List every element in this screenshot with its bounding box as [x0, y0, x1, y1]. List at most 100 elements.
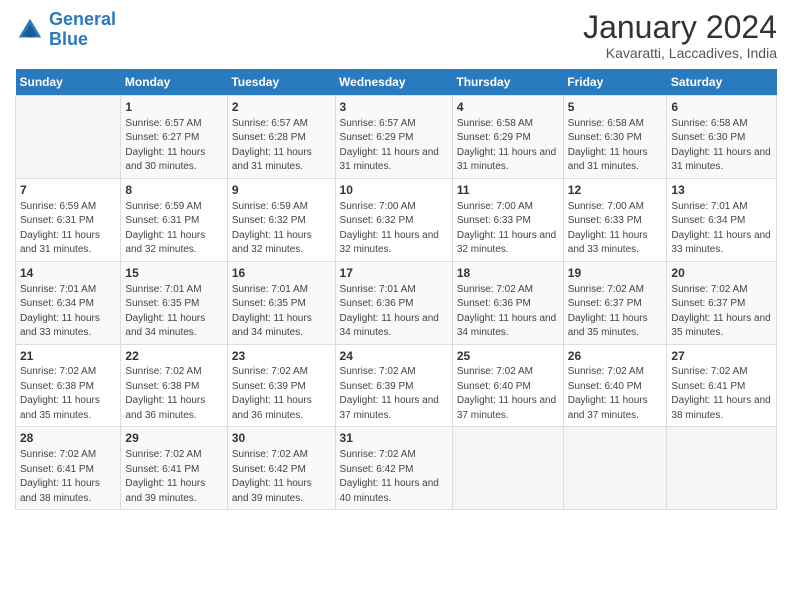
- calendar-week-1: 1Sunrise: 6:57 AMSunset: 6:27 PMDaylight…: [16, 96, 777, 179]
- calendar-cell: 20Sunrise: 7:02 AMSunset: 6:37 PMDayligh…: [667, 261, 777, 344]
- header-row: Sunday Monday Tuesday Wednesday Thursday…: [16, 69, 777, 96]
- day-number: 11: [457, 182, 559, 199]
- title-area: January 2024 Kavaratti, Laccadives, Indi…: [583, 10, 777, 61]
- calendar-week-2: 7Sunrise: 6:59 AMSunset: 6:31 PMDaylight…: [16, 178, 777, 261]
- calendar-week-3: 14Sunrise: 7:01 AMSunset: 6:34 PMDayligh…: [16, 261, 777, 344]
- cell-details: Sunrise: 6:58 AMSunset: 6:29 PMDaylight:…: [457, 117, 559, 175]
- calendar-cell: 17Sunrise: 7:01 AMSunset: 6:36 PMDayligh…: [335, 261, 452, 344]
- calendar-cell: 25Sunrise: 7:02 AMSunset: 6:40 PMDayligh…: [452, 344, 563, 427]
- cell-details: Sunrise: 7:02 AMSunset: 6:38 PMDaylight:…: [125, 365, 222, 423]
- col-wednesday: Wednesday: [335, 69, 452, 96]
- cell-details: Sunrise: 7:02 AMSunset: 6:40 PMDaylight:…: [568, 365, 663, 423]
- day-number: 6: [671, 99, 772, 116]
- calendar-table: Sunday Monday Tuesday Wednesday Thursday…: [15, 69, 777, 510]
- day-number: 25: [457, 348, 559, 365]
- cell-details: Sunrise: 6:58 AMSunset: 6:30 PMDaylight:…: [568, 117, 663, 175]
- cell-details: Sunrise: 7:02 AMSunset: 6:38 PMDaylight:…: [20, 365, 116, 423]
- calendar-cell: 19Sunrise: 7:02 AMSunset: 6:37 PMDayligh…: [563, 261, 667, 344]
- cell-details: Sunrise: 6:58 AMSunset: 6:30 PMDaylight:…: [671, 117, 772, 175]
- cell-details: Sunrise: 7:01 AMSunset: 6:34 PMDaylight:…: [20, 283, 116, 341]
- calendar-cell: 4Sunrise: 6:58 AMSunset: 6:29 PMDaylight…: [452, 96, 563, 179]
- logo-line1: General: [49, 9, 116, 29]
- header: General Blue January 2024 Kavaratti, Lac…: [15, 10, 777, 61]
- calendar-cell: 13Sunrise: 7:01 AMSunset: 6:34 PMDayligh…: [667, 178, 777, 261]
- logo-line2: Blue: [49, 29, 88, 49]
- day-number: 16: [232, 265, 331, 282]
- calendar-cell: 24Sunrise: 7:02 AMSunset: 6:39 PMDayligh…: [335, 344, 452, 427]
- cell-details: Sunrise: 6:59 AMSunset: 6:31 PMDaylight:…: [20, 200, 116, 258]
- cell-details: Sunrise: 7:02 AMSunset: 6:39 PMDaylight:…: [232, 365, 331, 423]
- calendar-cell: 15Sunrise: 7:01 AMSunset: 6:35 PMDayligh…: [121, 261, 227, 344]
- day-number: 19: [568, 265, 663, 282]
- cell-details: Sunrise: 7:02 AMSunset: 6:41 PMDaylight:…: [125, 448, 222, 506]
- main-title: January 2024: [583, 10, 777, 45]
- page-container: General Blue January 2024 Kavaratti, Lac…: [0, 0, 792, 520]
- day-number: 1: [125, 99, 222, 116]
- day-number: 8: [125, 182, 222, 199]
- day-number: 13: [671, 182, 772, 199]
- cell-details: Sunrise: 7:02 AMSunset: 6:40 PMDaylight:…: [457, 365, 559, 423]
- calendar-cell: 3Sunrise: 6:57 AMSunset: 6:29 PMDaylight…: [335, 96, 452, 179]
- cell-details: Sunrise: 6:57 AMSunset: 6:29 PMDaylight:…: [340, 117, 448, 175]
- calendar-cell: 26Sunrise: 7:02 AMSunset: 6:40 PMDayligh…: [563, 344, 667, 427]
- logo: General Blue: [15, 10, 116, 50]
- calendar-cell: [667, 427, 777, 510]
- calendar-cell: 14Sunrise: 7:01 AMSunset: 6:34 PMDayligh…: [16, 261, 121, 344]
- cell-details: Sunrise: 7:00 AMSunset: 6:33 PMDaylight:…: [568, 200, 663, 258]
- cell-details: Sunrise: 6:57 AMSunset: 6:27 PMDaylight:…: [125, 117, 222, 175]
- cell-details: Sunrise: 7:02 AMSunset: 6:42 PMDaylight:…: [232, 448, 331, 506]
- calendar-week-5: 28 Sunrise: 7:02 AMSunset: 6:41 PMDayligh…: [16, 427, 777, 510]
- day-number: 23: [232, 348, 331, 365]
- col-saturday: Saturday: [667, 69, 777, 96]
- subtitle: Kavaratti, Laccadives, India: [583, 45, 777, 61]
- logo-text: General Blue: [49, 10, 116, 50]
- calendar-cell: 22Sunrise: 7:02 AMSunset: 6:38 PMDayligh…: [121, 344, 227, 427]
- calendar-cell: [563, 427, 667, 510]
- calendar-cell: 2Sunrise: 6:57 AMSunset: 6:28 PMDaylight…: [227, 96, 335, 179]
- day-number: 20: [671, 265, 772, 282]
- calendar-cell: 6Sunrise: 6:58 AMSunset: 6:30 PMDaylight…: [667, 96, 777, 179]
- logo-icon: [15, 15, 45, 45]
- day-number: 18: [457, 265, 559, 282]
- cell-details: Sunrise: 7:02 AMSunset: 6:36 PMDaylight:…: [457, 283, 559, 341]
- cell-details: Sunrise: 7:00 AMSunset: 6:32 PMDaylight:…: [340, 200, 448, 258]
- calendar-cell: [452, 427, 563, 510]
- day-number: 5: [568, 99, 663, 116]
- cell-details: Sunrise: 6:59 AMSunset: 6:32 PMDaylight:…: [232, 200, 331, 258]
- calendar-cell: 10Sunrise: 7:00 AMSunset: 6:32 PMDayligh…: [335, 178, 452, 261]
- day-number: 14: [20, 265, 116, 282]
- cell-details: Sunrise: 6:59 AMSunset: 6:31 PMDaylight:…: [125, 200, 222, 258]
- day-number: 2: [232, 99, 331, 116]
- day-number: 27: [671, 348, 772, 365]
- calendar-cell: 8Sunrise: 6:59 AMSunset: 6:31 PMDaylight…: [121, 178, 227, 261]
- cell-details: Sunrise: 7:00 AMSunset: 6:33 PMDaylight:…: [457, 200, 559, 258]
- col-thursday: Thursday: [452, 69, 563, 96]
- calendar-cell: 1Sunrise: 6:57 AMSunset: 6:27 PMDaylight…: [121, 96, 227, 179]
- day-number: 10: [340, 182, 448, 199]
- day-number: 31: [340, 430, 448, 447]
- day-number: 22: [125, 348, 222, 365]
- day-number: 26: [568, 348, 663, 365]
- day-number: 4: [457, 99, 559, 116]
- day-number: 24: [340, 348, 448, 365]
- day-number: 3: [340, 99, 448, 116]
- day-number: 15: [125, 265, 222, 282]
- calendar-cell: 5Sunrise: 6:58 AMSunset: 6:30 PMDaylight…: [563, 96, 667, 179]
- cell-details: Sunrise: 7:01 AMSunset: 6:35 PMDaylight:…: [232, 283, 331, 341]
- calendar-cell: 30Sunrise: 7:02 AMSunset: 6:42 PMDayligh…: [227, 427, 335, 510]
- calendar-cell: 11Sunrise: 7:00 AMSunset: 6:33 PMDayligh…: [452, 178, 563, 261]
- calendar-cell: 9Sunrise: 6:59 AMSunset: 6:32 PMDaylight…: [227, 178, 335, 261]
- cell-details: Sunrise: 7:01 AMSunset: 6:34 PMDaylight:…: [671, 200, 772, 258]
- cell-details: Sunrise: 6:57 AMSunset: 6:28 PMDaylight:…: [232, 117, 331, 175]
- calendar-cell: 12Sunrise: 7:00 AMSunset: 6:33 PMDayligh…: [563, 178, 667, 261]
- col-monday: Monday: [121, 69, 227, 96]
- day-number: 28: [20, 430, 116, 447]
- col-sunday: Sunday: [16, 69, 121, 96]
- day-number: 12: [568, 182, 663, 199]
- cell-details: Sunrise: 7:02 AMSunset: 6:42 PMDaylight:…: [340, 448, 448, 506]
- col-friday: Friday: [563, 69, 667, 96]
- calendar-cell: 28Sunrise: 7:02 AMSunset: 6:41 PMDayligh…: [16, 427, 121, 510]
- calendar-cell: 27Sunrise: 7:02 AMSunset: 6:41 PMDayligh…: [667, 344, 777, 427]
- day-number: 9: [232, 182, 331, 199]
- day-number: 17: [340, 265, 448, 282]
